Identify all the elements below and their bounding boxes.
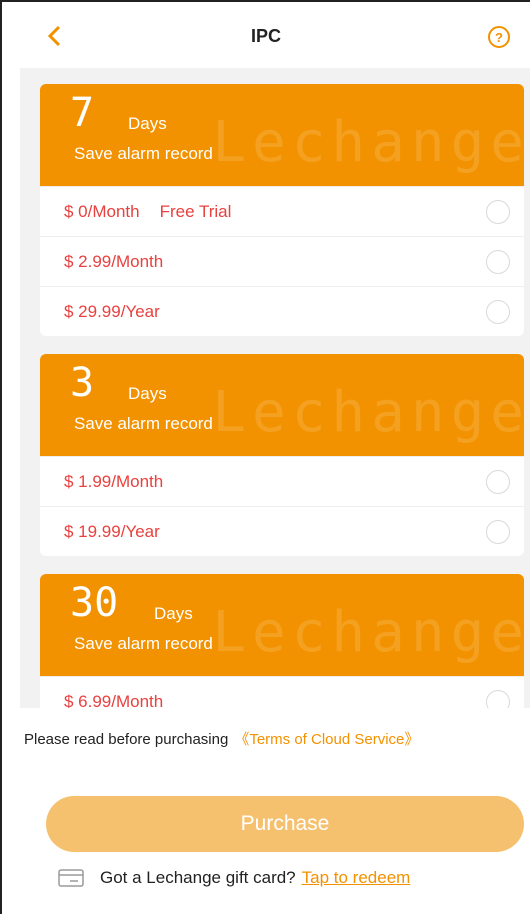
plan-header: Lechange 30 Days Save alarm record (40, 574, 524, 676)
plan-days-label: Days (128, 114, 167, 133)
plan-days-number: 7 (70, 90, 95, 136)
plan-subtitle: Save alarm record (74, 414, 213, 433)
option-price: $ 29.99/Year (64, 301, 160, 321)
watermark-logo: Lechange (212, 380, 524, 445)
plan-card-30-days: Lechange 30 Days Save alarm record $ 6.9… (40, 574, 524, 708)
page-title: IPC (250, 26, 281, 46)
option-radio[interactable] (486, 470, 510, 494)
question-circle-icon: ? (495, 29, 503, 45)
plan-card-7-days: Lechange 7 Days Save alarm record $ 0/Mo… (40, 84, 524, 336)
plan-option[interactable]: $ 2.99/Month (40, 236, 524, 286)
option-price: $ 2.99/Month (64, 251, 164, 271)
option-radio[interactable] (486, 520, 510, 544)
purchase-footer: Please read before purchasing 《Terms of C… (2, 708, 530, 914)
plan-days-label: Days (154, 604, 193, 623)
plan-option[interactable]: $ 6.99/Month (40, 676, 524, 708)
plan-days-number: 30 (70, 580, 119, 626)
plan-days-number: 3 (70, 360, 95, 406)
gift-card-row: Got a Lechange gift card? Tap to redeem (58, 868, 410, 888)
redeem-link[interactable]: Tap to redeem (302, 868, 411, 888)
plan-days-label: Days (128, 384, 167, 403)
option-radio[interactable] (486, 200, 510, 224)
plan-list[interactable]: Lechange 7 Days Save alarm record $ 0/Mo… (20, 68, 530, 708)
option-price: $ 19.99/Year (64, 521, 160, 541)
purchase-button[interactable]: Purchase (46, 796, 524, 852)
terms-notice: Please read before purchasing 《Terms of C… (24, 728, 419, 749)
plan-option[interactable]: $ 1.99/Month (40, 456, 524, 506)
plan-subtitle: Save alarm record (74, 144, 213, 163)
option-price: $ 6.99/Month (64, 691, 164, 709)
plan-option[interactable]: $ 29.99/Year (40, 286, 524, 336)
option-radio[interactable] (486, 300, 510, 324)
option-radio[interactable] (486, 690, 510, 708)
help-button[interactable]: ? (488, 26, 510, 48)
nav-header: IPC ? (2, 2, 530, 68)
gift-card-text: Got a Lechange gift card? (100, 868, 296, 887)
terms-link[interactable]: 《Terms of Cloud Service》 (234, 731, 419, 748)
free-trial-label: Free Trial (159, 201, 232, 221)
plan-option[interactable]: $ 19.99/Year (40, 506, 524, 556)
terms-prefix: Please read before purchasing (24, 731, 229, 748)
plan-header: Lechange 7 Days Save alarm record (40, 84, 524, 186)
option-price: $ 0/Month (64, 201, 140, 221)
plan-subtitle: Save alarm record (74, 634, 213, 653)
watermark-logo: Lechange (212, 600, 524, 665)
option-radio[interactable] (486, 250, 510, 274)
watermark-logo: Lechange (212, 110, 524, 175)
card-icon (58, 869, 84, 887)
option-price: $ 1.99/Month (64, 471, 164, 491)
plan-header: Lechange 3 Days Save alarm record (40, 354, 524, 456)
plan-option[interactable]: $ 0/Month Free Trial (40, 186, 524, 236)
plan-card-3-days: Lechange 3 Days Save alarm record $ 1.99… (40, 354, 524, 556)
